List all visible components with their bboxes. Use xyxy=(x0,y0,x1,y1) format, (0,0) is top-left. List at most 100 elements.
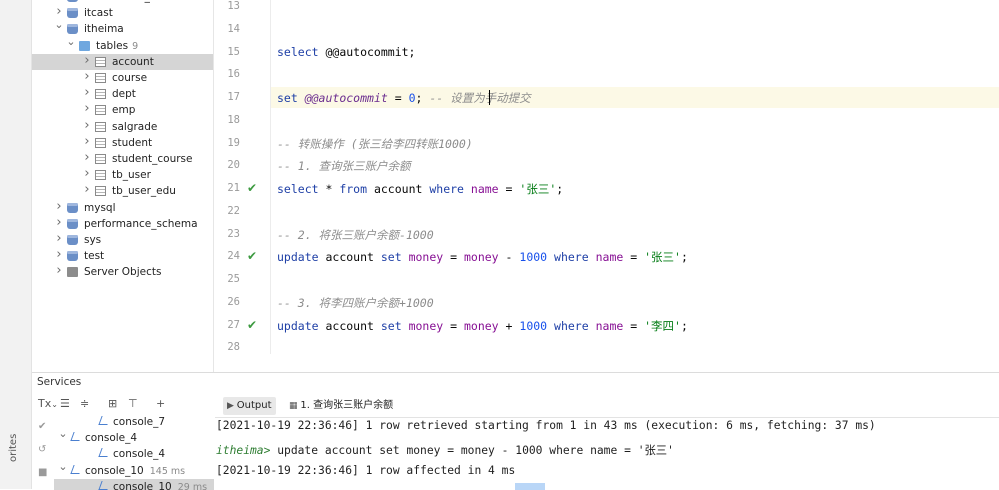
code-line-27[interactable]: update account set money = money + 1000 … xyxy=(277,318,688,334)
collapse-all-icon[interactable]: ≑ xyxy=(80,397,89,410)
code-token: where xyxy=(429,182,464,196)
code-line-21[interactable]: select * from account where name = '张三'; xyxy=(277,181,563,197)
layout-icon[interactable]: ⊤ xyxy=(128,397,138,410)
chevron-right-icon[interactable]: › xyxy=(82,134,92,150)
service-item-console-4[interactable]: ⌄ console_4 xyxy=(54,427,214,446)
sql-editor[interactable]: 13 14 15 16 17 18 19 20 21 ✔ 22 23 24 ✔ 25 26 27 ✔ 28 sele… xyxy=(214,0,999,354)
code-token: money xyxy=(408,318,444,333)
chevron-down-icon[interactable]: ⌄ xyxy=(58,459,68,475)
code-token: @@autocommit xyxy=(304,91,388,105)
code-token: -- 转账操作 (张三给李四转账1000) xyxy=(277,136,473,151)
service-item-console-7[interactable]: console_7 xyxy=(54,415,214,430)
service-item-label: console_7 xyxy=(113,416,166,428)
tree-item-salgrade[interactable]: › salgrade xyxy=(32,118,213,135)
tree-item-student[interactable]: › student xyxy=(32,134,213,151)
database-icon xyxy=(67,0,78,2)
chevron-right-icon[interactable]: › xyxy=(54,247,64,263)
folder-icon xyxy=(79,40,90,51)
chevron-right-icon[interactable]: › xyxy=(82,85,92,101)
tree-item-label: Server Objects xyxy=(84,266,162,279)
code-line-17[interactable]: set @@autocommit = 0; -- 设置为手动提交 xyxy=(277,90,531,106)
database-icon xyxy=(67,8,78,19)
service-item-console-4[interactable]: console_4 xyxy=(54,446,214,462)
code-token: from xyxy=(339,182,368,196)
chevron-right-icon[interactable]: › xyxy=(82,53,92,69)
tree-item-mysql[interactable]: › mysql xyxy=(32,199,213,216)
editor-gutter: 13 14 15 16 17 18 19 20 21 ✔ 22 23 24 ✔ 25 26 27 ✔ 28 xyxy=(214,0,271,354)
tree-item-tb-user-edu[interactable]: › tb_user_edu xyxy=(32,182,213,199)
code-token: + xyxy=(498,318,520,333)
tree-item-account[interactable]: › account xyxy=(32,53,213,70)
line-number: 21 xyxy=(227,182,240,194)
code-token: '张三' xyxy=(644,250,681,265)
database-tree: ›information_schema›itcast⌄itheima⌄table… xyxy=(32,0,214,372)
executed-check-icon: ✔ xyxy=(247,317,258,332)
transaction-mode-button[interactable]: Tx⌄ xyxy=(38,397,58,410)
chevron-right-icon[interactable]: › xyxy=(82,101,92,117)
tab-result-1[interactable]: ▦ 1. 查询张三账户余额 xyxy=(285,397,397,415)
table-icon xyxy=(95,73,106,83)
tree-item-emp[interactable]: › emp xyxy=(32,101,213,118)
tree-item-itheima[interactable]: ⌄ itheima xyxy=(32,18,213,37)
add-service-button[interactable]: + xyxy=(156,397,165,410)
chevron-right-icon[interactable]: › xyxy=(82,182,92,198)
code-line-24[interactable]: update account set money = money - 1000 … xyxy=(277,249,688,265)
group-icon[interactable]: ⊞ xyxy=(108,397,117,410)
output-line: itheima> update account set money = mone… xyxy=(216,442,674,458)
tab-output[interactable]: ▶ Output xyxy=(223,397,276,415)
chevron-right-icon[interactable]: › xyxy=(54,263,64,279)
code-token: - xyxy=(498,250,520,265)
rollback-icon[interactable]: ↺ xyxy=(38,444,46,455)
tree-item-dept[interactable]: › dept xyxy=(32,85,213,102)
service-item-console-10[interactable]: ⌄ console_10 145 ms xyxy=(54,460,214,479)
code-token: -- 2. 将张三账户余额-1000 xyxy=(277,227,434,242)
tree-item-server-objects[interactable]: › Server Objects xyxy=(32,263,213,280)
chevron-right-icon[interactable]: › xyxy=(82,118,92,134)
line-number: 25 xyxy=(227,273,240,285)
tree-item-tb-user[interactable]: › tb_user xyxy=(32,166,213,183)
stop-icon[interactable]: ■ xyxy=(38,467,47,478)
code-line-26[interactable]: -- 3. 将李四账户余额+1000 xyxy=(277,295,434,311)
code-line-19[interactable]: -- 转账操作 (张三给李四转账1000) xyxy=(277,136,473,152)
table-icon xyxy=(95,105,106,116)
code-token: account xyxy=(318,318,381,333)
tree-item-course[interactable]: › course xyxy=(32,69,213,86)
chevron-right-icon[interactable]: › xyxy=(82,166,92,182)
code-line-15[interactable]: select @@autocommit; xyxy=(277,45,415,59)
service-item-console-10[interactable]: console_10 29 ms xyxy=(54,478,214,490)
chevron-right-icon[interactable]: › xyxy=(54,231,64,247)
chevron-right-icon[interactable]: › xyxy=(82,69,92,85)
line-number: 23 xyxy=(227,227,240,240)
expand-all-icon[interactable]: ☰ xyxy=(60,397,70,410)
chevron-down-icon[interactable]: ⌄ xyxy=(58,426,68,442)
tree-item-label: tb_user xyxy=(112,169,151,182)
code-line-23[interactable]: -- 2. 将张三账户余额-1000 xyxy=(277,227,434,243)
code-token: set xyxy=(277,91,305,105)
code-token: * xyxy=(318,182,340,196)
commit-check-icon[interactable]: ✔ xyxy=(38,421,46,432)
tree-item-test[interactable]: › test xyxy=(32,247,213,264)
chevron-down-icon[interactable]: ⌄ xyxy=(54,17,64,33)
tree-item-label: account xyxy=(112,55,154,68)
tree-item-student-course[interactable]: › student_course xyxy=(32,150,213,167)
chevron-down-icon[interactable]: ⌄ xyxy=(66,34,76,50)
chevron-right-icon[interactable]: › xyxy=(54,215,64,231)
tree-item-tables[interactable]: ⌄ tables 9 xyxy=(32,35,213,54)
tree-item-label: course xyxy=(112,72,148,84)
code-line-20[interactable]: -- 1. 查询张三账户余额 xyxy=(277,158,411,174)
chevron-right-icon[interactable]: › xyxy=(54,199,64,215)
favorites-tab-label[interactable]: orites xyxy=(8,434,19,462)
line-number: 26 xyxy=(227,295,240,308)
services-title: Services xyxy=(37,376,82,388)
chevron-right-icon[interactable]: › xyxy=(82,150,92,166)
tree-item-sys[interactable]: › sys xyxy=(32,231,213,248)
services-side-toolbar: ✔ ↺ ■ xyxy=(32,417,54,490)
tree-item-performance-schema[interactable]: › performance_schema xyxy=(32,215,213,232)
line-number: 24 xyxy=(227,250,240,263)
output-text: update account set money = money - 1000 … xyxy=(277,443,674,457)
database-icon xyxy=(67,235,78,245)
table-icon xyxy=(95,154,106,164)
line-number: 16 xyxy=(227,68,240,81)
output-console[interactable]: [2021-10-19 22:36:46] 1 row retrieved st… xyxy=(215,419,999,490)
